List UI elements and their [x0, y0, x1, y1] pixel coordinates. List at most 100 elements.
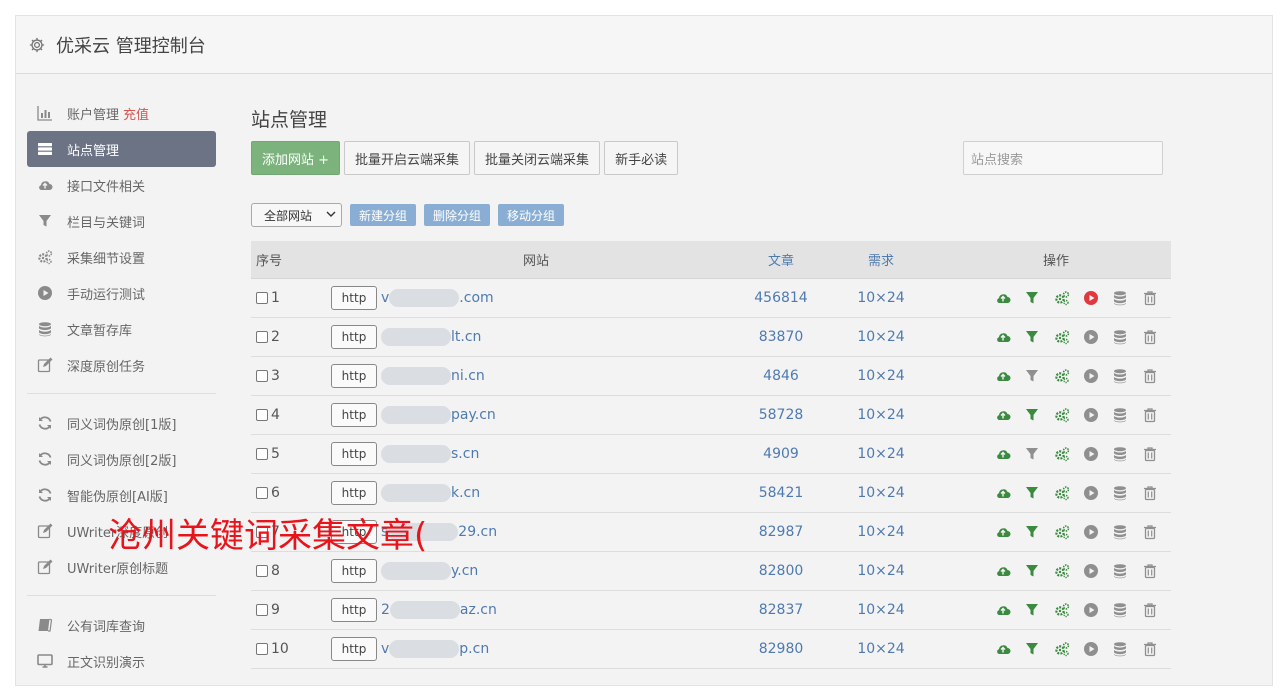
demand-value[interactable]: 10×24 [821, 407, 941, 423]
cloud-upload-icon[interactable] [995, 288, 1024, 308]
cogs-icon[interactable] [1054, 522, 1083, 542]
demand-value[interactable]: 10×24 [821, 485, 941, 501]
sidebar-item-b-1[interactable]: 同义词伪原创[2版] [27, 441, 216, 477]
demand-value[interactable]: 10×24 [821, 446, 941, 462]
filter-icon[interactable] [1024, 444, 1053, 464]
filter-icon[interactable] [1024, 522, 1053, 542]
cloud-upload-icon[interactable] [995, 444, 1024, 464]
add-site-button[interactable]: 添加网站 + [251, 141, 341, 175]
http-protocol-button[interactable]: http [331, 481, 377, 505]
site-domain-link[interactable]: 2 az.cn [381, 601, 497, 619]
http-protocol-button[interactable]: http [331, 442, 377, 466]
site-domain-link[interactable]: ni.cn [381, 367, 485, 385]
site-domain-link[interactable]: v .com [381, 289, 494, 307]
database-icon[interactable] [1112, 561, 1141, 581]
sidebar-item-a-5[interactable]: 手动运行测试 [27, 275, 216, 311]
site-domain-link[interactable]: y.cn [381, 562, 478, 580]
trash-icon[interactable] [1142, 639, 1171, 659]
site-domain-link[interactable]: pay.cn [381, 406, 496, 424]
cogs-icon[interactable] [1054, 639, 1083, 659]
sidebar-item-a-3[interactable]: 栏目与关键词 [27, 203, 216, 239]
batch-enable-cloud-button[interactable]: 批量开启云端采集 [344, 141, 471, 175]
sidebar-item-c-1[interactable]: 正文识别演示 [27, 643, 216, 679]
filter-icon[interactable] [1024, 327, 1053, 347]
filter-icon[interactable] [1024, 600, 1053, 620]
article-count[interactable]: 83870 [741, 329, 821, 345]
database-icon[interactable] [1112, 405, 1141, 425]
http-protocol-button[interactable]: http [331, 598, 377, 622]
play-circle-icon[interactable] [1083, 522, 1112, 542]
http-protocol-button[interactable]: http [331, 637, 377, 661]
demand-value[interactable]: 10×24 [821, 290, 941, 306]
cloud-upload-icon[interactable] [995, 600, 1024, 620]
cogs-icon[interactable] [1054, 366, 1083, 386]
filter-icon[interactable] [1024, 366, 1053, 386]
play-circle-icon[interactable] [1083, 561, 1112, 581]
article-count[interactable]: 456814 [741, 290, 821, 306]
demand-value[interactable]: 10×24 [821, 524, 941, 540]
cloud-upload-icon[interactable] [995, 639, 1024, 659]
trash-icon[interactable] [1142, 288, 1171, 308]
demand-value[interactable]: 10×24 [821, 329, 941, 345]
row-checkbox[interactable] [256, 565, 268, 577]
cloud-upload-icon[interactable] [995, 522, 1024, 542]
row-checkbox[interactable] [256, 370, 268, 382]
article-count[interactable]: 82837 [741, 602, 821, 618]
sidebar-item-a-7[interactable]: 深度原创任务 [27, 347, 216, 383]
play-circle-icon[interactable] [1083, 444, 1112, 464]
http-protocol-button[interactable]: http [331, 403, 377, 427]
filter-icon[interactable] [1024, 561, 1053, 581]
demand-value[interactable]: 10×24 [821, 602, 941, 618]
play-circle-icon[interactable] [1083, 288, 1112, 308]
demand-value[interactable]: 10×24 [821, 641, 941, 657]
sidebar-item-a-0[interactable]: 账户管理 充值 [27, 95, 216, 131]
filter-icon[interactable] [1024, 288, 1053, 308]
sidebar-item-a-4[interactable]: 采集细节设置 [27, 239, 216, 275]
trash-icon[interactable] [1142, 405, 1171, 425]
trash-icon[interactable] [1142, 444, 1171, 464]
cloud-upload-icon[interactable] [995, 561, 1024, 581]
cogs-icon[interactable] [1054, 405, 1083, 425]
row-checkbox[interactable] [256, 409, 268, 421]
article-count[interactable]: 58728 [741, 407, 821, 423]
database-icon[interactable] [1112, 639, 1141, 659]
article-count[interactable]: 82980 [741, 641, 821, 657]
database-icon[interactable] [1112, 483, 1141, 503]
database-icon[interactable] [1112, 327, 1141, 347]
cloud-upload-icon[interactable] [995, 483, 1024, 503]
database-icon[interactable] [1112, 288, 1141, 308]
group-select[interactable]: 全部网站 [251, 203, 342, 227]
sidebar-item-a-2[interactable]: 接口文件相关 [27, 167, 216, 203]
row-checkbox[interactable] [256, 448, 268, 460]
row-checkbox[interactable] [256, 331, 268, 343]
http-protocol-button[interactable]: http [331, 286, 377, 310]
sidebar-item-a-6[interactable]: 文章暂存库 [27, 311, 216, 347]
sidebar-item-a-1[interactable]: 站点管理 [27, 131, 216, 167]
database-icon[interactable] [1112, 366, 1141, 386]
trash-icon[interactable] [1142, 327, 1171, 347]
database-icon[interactable] [1112, 600, 1141, 620]
cogs-icon[interactable] [1054, 483, 1083, 503]
play-circle-icon[interactable] [1083, 639, 1112, 659]
play-circle-icon[interactable] [1083, 327, 1112, 347]
demand-value[interactable]: 10×24 [821, 563, 941, 579]
cogs-icon[interactable] [1054, 288, 1083, 308]
row-checkbox[interactable] [256, 604, 268, 616]
http-protocol-button[interactable]: http [331, 559, 377, 583]
move-group-button[interactable]: 移动分组 [498, 204, 565, 226]
article-count[interactable]: 4846 [741, 368, 821, 384]
trash-icon[interactable] [1142, 483, 1171, 503]
trash-icon[interactable] [1142, 522, 1171, 542]
trash-icon[interactable] [1142, 561, 1171, 581]
site-domain-link[interactable]: v p.cn [381, 640, 489, 658]
play-circle-icon[interactable] [1083, 405, 1112, 425]
site-domain-link[interactable]: k.cn [381, 484, 480, 502]
filter-icon[interactable] [1024, 483, 1053, 503]
trash-icon[interactable] [1142, 600, 1171, 620]
delete-group-button[interactable]: 删除分组 [424, 204, 491, 226]
sidebar-item-c-0[interactable]: 公有词库查询 [27, 607, 216, 643]
beginner-guide-button[interactable]: 新手必读 [604, 141, 679, 175]
site-domain-link[interactable]: lt.cn [381, 328, 481, 346]
database-icon[interactable] [1112, 522, 1141, 542]
cogs-icon[interactable] [1054, 444, 1083, 464]
